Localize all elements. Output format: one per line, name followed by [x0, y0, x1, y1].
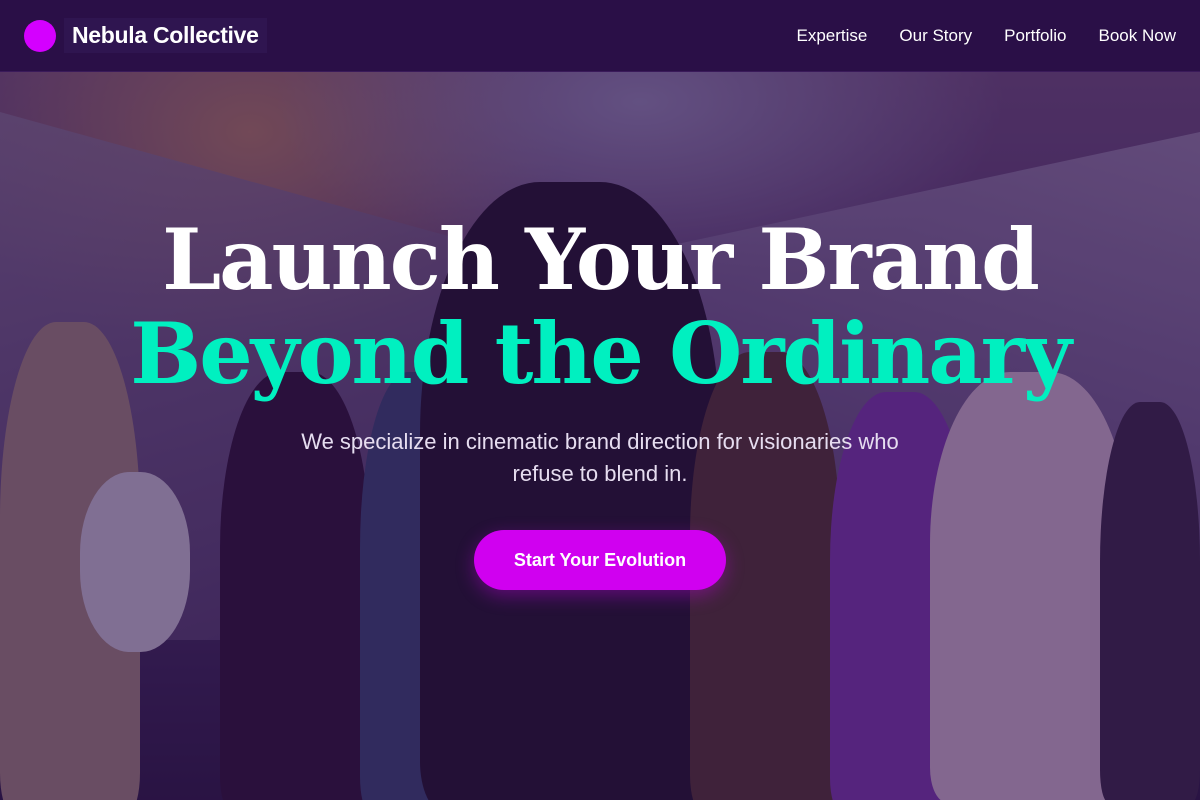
- brand[interactable]: Nebula Collective: [24, 18, 267, 53]
- nav-link-our-story[interactable]: Our Story: [899, 26, 972, 46]
- hero-section: Launch Your Brand Beyond the Ordinary We…: [0, 72, 1200, 800]
- hero-headline-line-1: Launch Your Brand: [162, 210, 1040, 309]
- hero-headline-line-2: Beyond the Ordinary: [130, 304, 1072, 403]
- hero-subtitle: We specialize in cinematic brand directi…: [301, 429, 899, 486]
- nav-link-portfolio[interactable]: Portfolio: [1004, 26, 1066, 46]
- brand-name: Nebula Collective: [64, 18, 267, 53]
- landing-page: Nebula Collective Expertise Our Story Po…: [0, 0, 1200, 800]
- nav-link-book-now[interactable]: Book Now: [1099, 26, 1176, 46]
- start-evolution-button[interactable]: Start Your Evolution: [474, 530, 726, 590]
- brand-logo-icon: [24, 19, 56, 52]
- nav-link-expertise[interactable]: Expertise: [797, 26, 868, 46]
- top-navbar: Nebula Collective Expertise Our Story Po…: [0, 0, 1200, 72]
- nav-links: Expertise Our Story Portfolio Book Now: [797, 26, 1176, 46]
